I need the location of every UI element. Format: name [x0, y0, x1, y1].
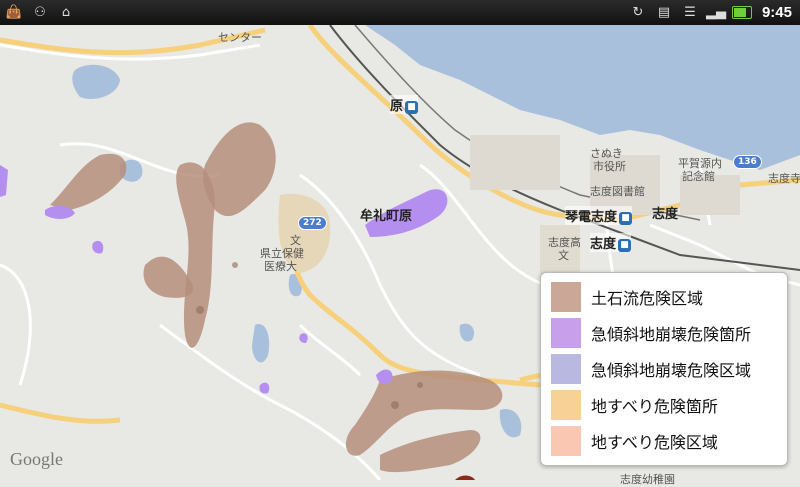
legend-item: 急傾斜地崩壊危険区域: [541, 351, 787, 387]
station-kotoden-label: 琴電志度: [565, 210, 618, 225]
vibrate-icon: ☰: [684, 4, 696, 20]
station-hara[interactable]: 原 ■: [390, 95, 419, 114]
route-badge-136: 136: [733, 155, 762, 169]
sdcard-icon: ▤: [657, 4, 671, 20]
map-label-center: センター: [218, 31, 262, 44]
legend-panel: 土石流危険区域 急傾斜地崩壊危険箇所 急傾斜地崩壊危険区域 地すべり危険箇所 地…: [540, 272, 788, 466]
train-icon: ■: [619, 212, 633, 225]
legend-swatch: [551, 354, 581, 384]
status-bar: 👜 ⚇ ⌂ ↻ ▤ ☰ ▂▄ 9:45: [0, 0, 800, 25]
map-label-bun-2: 文: [558, 249, 569, 262]
legend-item: 地すべり危険区域: [541, 423, 787, 459]
map-label-tosho: 志度図書館: [590, 185, 645, 198]
usb-icon: ⚇: [34, 4, 46, 20]
legend-swatch: [551, 282, 581, 312]
map-label-mure: 牟礼町原: [360, 209, 413, 224]
station-shido-label: 志度: [590, 237, 617, 252]
google-logo: Google: [10, 449, 63, 469]
legend-item: 急傾斜地崩壊危険箇所: [541, 315, 787, 351]
legend-item: 地すべり危険箇所: [541, 387, 787, 423]
battery-icon: [731, 5, 752, 19]
android-icon: ⌂: [61, 4, 71, 20]
sync-icon: ↻: [632, 4, 644, 20]
map-label-shiyakusho: 市役所: [593, 160, 626, 173]
station-hara-label: 原: [390, 99, 404, 114]
signal-icon: ▂▄: [705, 4, 726, 20]
station-shido[interactable]: 志度 ■: [590, 233, 632, 252]
train-icon: ■: [405, 101, 419, 114]
map-label-hiraga-2: 記念館: [682, 170, 715, 183]
legend-label: 土石流危険区域: [591, 289, 704, 308]
map-label-yochien: 志度幼稚園: [620, 473, 675, 486]
legend-label: 地すべり危険箇所: [591, 397, 718, 416]
legend-label: 急傾斜地崩壊危険区域: [591, 361, 752, 380]
clock: 9:45: [761, 3, 792, 21]
legend-swatch: [551, 318, 581, 348]
route-badge-272: 272: [298, 216, 327, 230]
legend-item: 土石流危険区域: [541, 279, 787, 315]
map-label-hoken-2: 医療大: [264, 260, 297, 273]
train-icon: ■: [618, 239, 632, 252]
map-label-shido: 志度: [652, 207, 679, 222]
station-kotoden-shido[interactable]: 琴電志度 ■: [565, 206, 633, 225]
legend-swatch: [551, 426, 581, 456]
map-label-shidoji: 志度寺: [768, 172, 800, 185]
bag-icon: 👜: [5, 4, 23, 20]
legend-label: 急傾斜地崩壊危険箇所: [591, 325, 752, 344]
legend-swatch: [551, 390, 581, 420]
legend-label: 地すべり危険区域: [591, 433, 718, 452]
